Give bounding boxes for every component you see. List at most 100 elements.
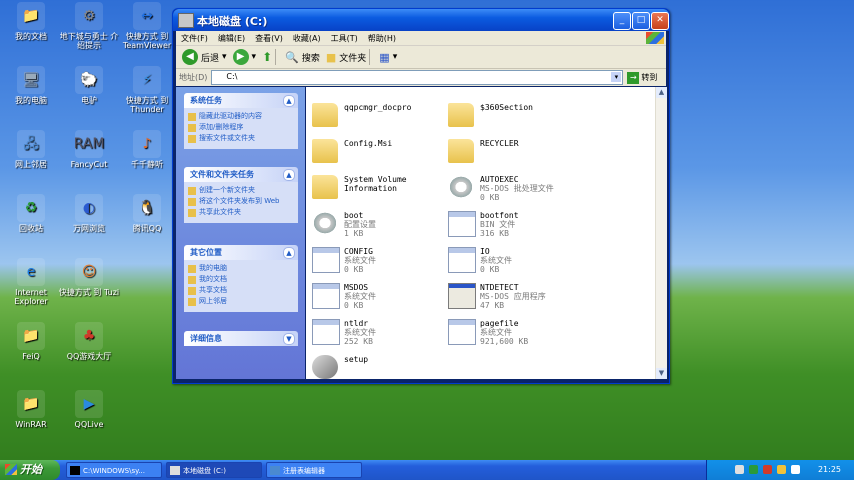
task-link[interactable]: 将这个文件夹发布到 Web: [188, 197, 294, 206]
views-button[interactable]: ▦ ▾: [379, 51, 397, 64]
folders-button[interactable]: ■ 文件夹: [326, 51, 366, 64]
taskbar: 开始 C:\WINDOWS\sy... 本地磁盘 (C:) 注册表编辑器 21:…: [0, 460, 854, 480]
desktop-icon[interactable]: ♣ QQ游戏大厅: [58, 322, 120, 361]
desktop-icon[interactable]: 📁 我的文档: [0, 2, 62, 41]
scroll-down-icon[interactable]: ▼: [656, 368, 667, 379]
tray-icon[interactable]: [777, 465, 786, 474]
file-item[interactable]: RECYCLER: [448, 137, 608, 171]
file-item[interactable]: IO 系统文件 0 KB: [448, 245, 608, 279]
file-item[interactable]: bootfont BIN 文件 316 KB: [448, 209, 608, 243]
toolbar-divider: [275, 49, 277, 65]
task-link[interactable]: 隐藏此驱动器的内容: [188, 112, 294, 121]
menu-help[interactable]: 帮助(H): [363, 31, 401, 46]
desktop-icon-label: QQ游戏大厅: [66, 352, 112, 361]
maximize-button[interactable]: □: [632, 12, 650, 30]
task-panel-header[interactable]: 系统任务 ▲: [184, 93, 298, 108]
task-link[interactable]: 网上邻居: [188, 297, 294, 306]
desktop-icon[interactable]: 🐧 腾讯QQ: [116, 194, 178, 233]
up-button[interactable]: ⬆: [262, 50, 272, 64]
desktop-icon[interactable]: 🐑 电驴: [58, 66, 120, 105]
file-item[interactable]: NTDETECT MS-DOS 应用程序 47 KB: [448, 281, 608, 315]
menu-file[interactable]: 文件(F): [176, 31, 213, 46]
tray-icon[interactable]: [749, 465, 758, 474]
go-button[interactable]: → 转到: [627, 71, 657, 84]
volume-icon[interactable]: [791, 465, 800, 474]
file-item[interactable]: setup: [312, 353, 472, 387]
chevron-up-icon[interactable]: ▲: [283, 169, 295, 181]
window-title: 本地磁盘 (C:): [197, 15, 268, 28]
file-name: qqpcmgr_docpro: [344, 103, 412, 112]
task-link[interactable]: 搜索文件或文件夹: [188, 134, 294, 143]
tray-icon[interactable]: [763, 465, 772, 474]
desktop-icon[interactable]: RAM FancyCut: [58, 130, 120, 169]
minimize-button[interactable]: _: [613, 12, 631, 30]
taskbar-item-regedit[interactable]: 注册表编辑器: [266, 462, 362, 478]
menu-edit[interactable]: 编辑(E): [213, 31, 250, 46]
task-panel-header[interactable]: 其它位置 ▲: [184, 245, 298, 260]
task-link[interactable]: 创建一个新文件夹: [188, 186, 294, 195]
folder-icon: [448, 139, 474, 163]
chevron-down-icon[interactable]: ▾: [611, 72, 622, 82]
start-button[interactable]: 开始: [0, 460, 60, 480]
scroll-up-icon[interactable]: ▲: [656, 87, 667, 98]
file-type: 系统文件: [344, 292, 376, 301]
desktop-icon[interactable]: ☺ 快捷方式 到 Tuzi: [58, 258, 120, 297]
taskbar-item-cmd[interactable]: C:\WINDOWS\sy...: [66, 462, 162, 478]
address-input[interactable]: C:\ ▾: [211, 70, 624, 85]
doc-icon: [312, 247, 340, 273]
desktop-icon[interactable]: ⚙ 地下城与勇士 介绍提示: [58, 2, 120, 50]
task-link[interactable]: 我的电脑: [188, 264, 294, 273]
regedit-icon: [270, 466, 280, 475]
desktop-icon-label: FancyCut: [70, 160, 108, 169]
drive-icon: [178, 13, 194, 28]
desktop-icon[interactable]: ◐ 万网浏览: [58, 194, 120, 233]
task-link[interactable]: 共享此文件夹: [188, 208, 294, 217]
vertical-scrollbar[interactable]: ▲ ▼: [655, 87, 667, 379]
file-item[interactable]: $360Section: [448, 101, 608, 135]
folder-up-icon: ⬆: [262, 50, 273, 64]
file-name: IO: [480, 247, 490, 256]
search-icon: 🔍: [285, 50, 299, 64]
task-link[interactable]: 添加/删除程序: [188, 123, 294, 132]
chevron-up-icon[interactable]: ▲: [283, 95, 295, 107]
desktop-icon[interactable]: e Internet Explorer: [0, 258, 62, 306]
desktop-icon[interactable]: 📁 FeiQ: [0, 322, 62, 361]
chevron-down-icon[interactable]: ▼: [283, 333, 295, 345]
desktop-icon[interactable]: 📁 WinRAR: [0, 390, 62, 429]
file-item[interactable]: AUTOEXEC MS-DOS 批处理文件 0 KB: [448, 173, 608, 207]
back-button[interactable]: ◀ 后退 ▾: [182, 49, 227, 65]
tray-icon[interactable]: [735, 465, 744, 474]
chevron-down-icon: ▾: [392, 52, 398, 62]
search-button[interactable]: 🔍 搜索: [285, 51, 320, 64]
task-link[interactable]: 我的文档: [188, 275, 294, 284]
taskbar-item-explorer[interactable]: 本地磁盘 (C:): [166, 462, 262, 478]
chevron-down-icon: ▾: [251, 52, 257, 62]
gear-icon: [448, 175, 474, 199]
close-button[interactable]: ✕: [651, 12, 669, 30]
desktop-icon[interactable]: ♻ 回收站: [0, 194, 62, 233]
doc-icon: [448, 319, 476, 345]
task-panel-header[interactable]: 详细信息 ▼: [184, 331, 298, 346]
file-item[interactable]: pagefile 系统文件 921,600 KB: [448, 317, 608, 351]
task-link[interactable]: 共享文档: [188, 286, 294, 295]
shortcut-icon: 🐑: [75, 66, 103, 94]
desktop-icon[interactable]: ⚡ 快捷方式 到 Thunder: [116, 66, 178, 114]
gear-icon: [312, 211, 338, 235]
menu-view[interactable]: 查看(V): [250, 31, 288, 46]
desktop-icon[interactable]: ▶ QQLive: [58, 390, 120, 429]
forward-button[interactable]: ▶ ▾: [232, 49, 257, 65]
menu-favorites[interactable]: 收藏(A): [288, 31, 326, 46]
address-bar: 地址(D) C:\ ▾ → 转到: [176, 69, 666, 86]
desktop-icon[interactable]: 🖧 网上邻居: [0, 130, 62, 169]
desktop-icon[interactable]: ↔ 快捷方式 到 TeamViewer: [116, 2, 178, 50]
chevron-up-icon[interactable]: ▲: [283, 247, 295, 259]
desktop-icon[interactable]: 🖥 我的电脑: [0, 66, 62, 105]
task-panel-header[interactable]: 文件和文件夹任务 ▲: [184, 167, 298, 182]
title-bar[interactable]: 本地磁盘 (C:) _ □ ✕: [173, 9, 669, 31]
shortcut-icon: 🐧: [133, 194, 161, 222]
desktop-icon[interactable]: ♪ 千千静听: [116, 130, 178, 169]
task-link-label: 共享文档: [199, 286, 227, 294]
menu-tools[interactable]: 工具(T): [326, 31, 363, 46]
shortcut-icon: ♻: [17, 194, 45, 222]
drive-icon: [170, 466, 180, 475]
